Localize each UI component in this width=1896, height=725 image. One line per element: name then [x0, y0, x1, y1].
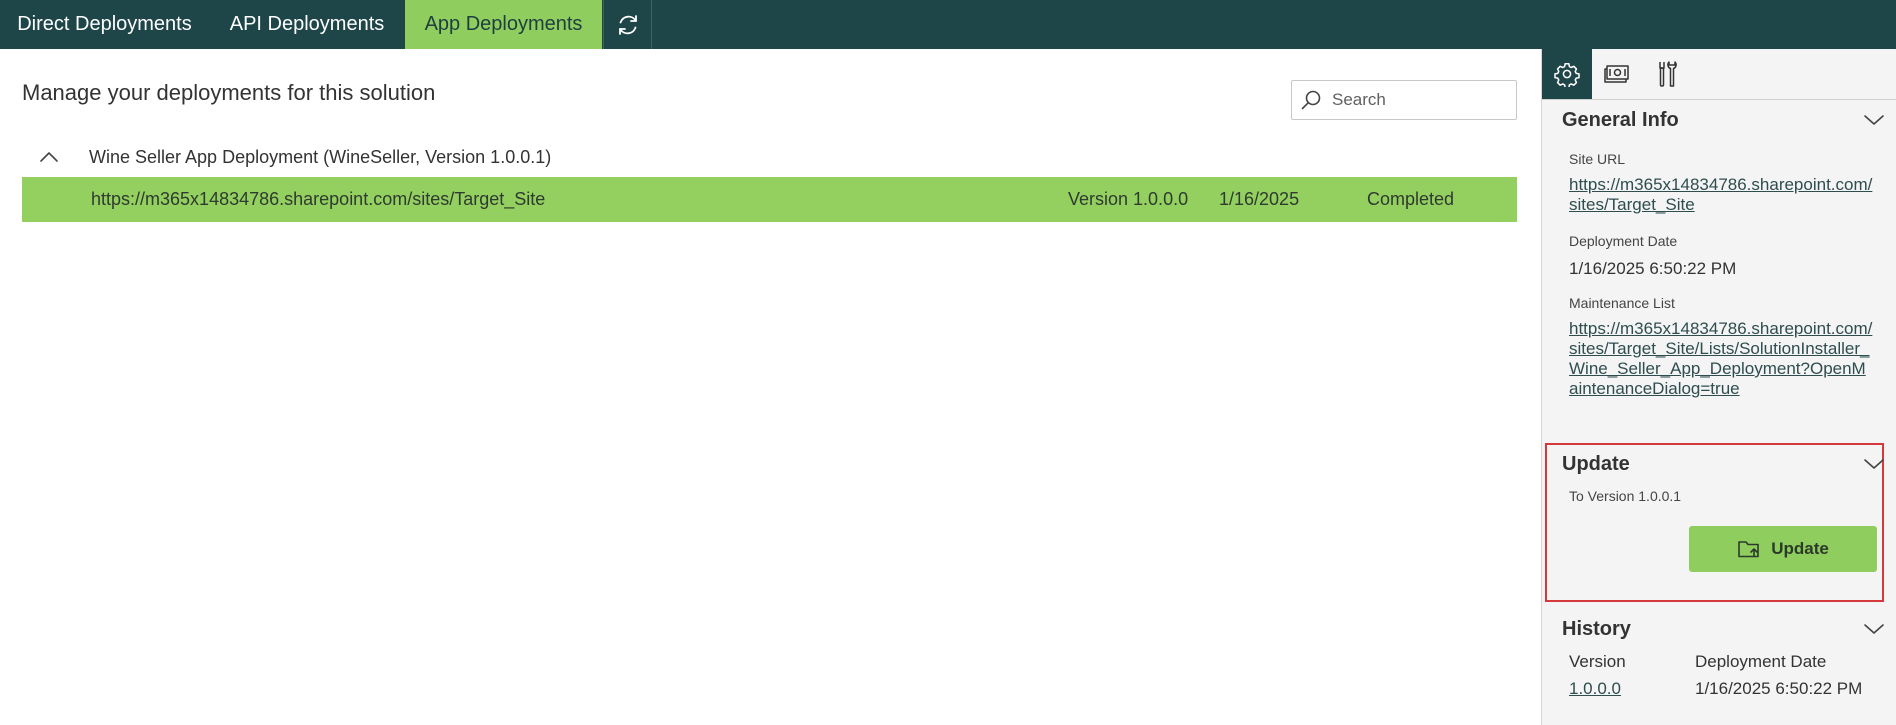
update-title: Update: [1562, 452, 1630, 475]
update-button-label: Update: [1771, 539, 1829, 558]
update-section: Update To Version 1.0.0.1 Update: [1545, 443, 1884, 602]
row-date: 1/16/2025: [1219, 189, 1300, 209]
panel-tab-tools[interactable]: [1642, 49, 1692, 99]
history-title: History: [1562, 617, 1631, 640]
page-title: Manage your deployments for this solutio…: [22, 80, 436, 105]
search-icon: [1301, 90, 1321, 110]
refresh-button[interactable]: [603, 0, 652, 49]
row-site-url: https://m365x14834786.sharepoint.com/sit…: [91, 189, 546, 209]
site-url-link[interactable]: https://m365x14834786.sharepoint.com/sit…: [1569, 175, 1875, 215]
row-version: Version 1.0.0.0: [1068, 189, 1189, 209]
money-icon: [1604, 65, 1629, 83]
search-input[interactable]: [1332, 90, 1512, 110]
history-col-version: Version: [1569, 652, 1626, 671]
update-button[interactable]: Update: [1689, 526, 1877, 572]
deployment-date-label: Deployment Date: [1569, 233, 1678, 249]
general-info-header[interactable]: General Info: [1562, 105, 1885, 135]
search-box[interactable]: [1291, 80, 1517, 120]
panel-tab-billing[interactable]: [1592, 49, 1642, 99]
chevron-down-icon: [1864, 115, 1884, 125]
tab-api-deployments[interactable]: API Deployments: [209, 0, 405, 49]
history-version-link[interactable]: 1.0.0.0: [1569, 679, 1621, 699]
chevron-down-icon: [1864, 459, 1884, 469]
maintenance-list-label: Maintenance List: [1569, 295, 1675, 311]
site-url-label: Site URL: [1569, 151, 1626, 167]
general-info-title: General Info: [1562, 108, 1679, 131]
deployment-group-header[interactable]: Wine Seller App Deployment (WineSeller, …: [22, 142, 1517, 172]
panel-tab-bar: [1542, 49, 1896, 100]
history-col-date: Deployment Date: [1695, 652, 1827, 671]
row-status: Completed: [1367, 189, 1455, 209]
settings-icon: [1554, 62, 1580, 87]
details-panel: General Info Site URL https://m365x14834…: [1541, 49, 1896, 725]
deployment-group-label: Wine Seller App Deployment (WineSeller, …: [89, 146, 552, 167]
tools-icon: [1659, 61, 1677, 87]
history-header[interactable]: History: [1562, 614, 1885, 644]
deployment-row[interactable]: https://m365x14834786.sharepoint.com/sit…: [22, 177, 1517, 222]
top-tab-bar: Direct Deployments API Deployments App D…: [0, 0, 1896, 49]
tab-app-deployments[interactable]: App Deployments: [405, 0, 602, 49]
main-content: Manage your deployments for this solutio…: [0, 49, 1541, 725]
chevron-down-icon: [1864, 624, 1884, 634]
history-date-value: 1/16/2025 6:50:22 PM: [1695, 679, 1863, 698]
refresh-icon: [618, 14, 637, 35]
folder-update-icon: [1738, 541, 1759, 558]
maintenance-list-link[interactable]: https://m365x14834786.sharepoint.com/sit…: [1569, 319, 1875, 399]
panel-tab-settings[interactable]: [1542, 49, 1592, 99]
tab-direct-deployments[interactable]: Direct Deployments: [0, 0, 209, 49]
update-to-version: To Version 1.0.0.1: [1569, 488, 1682, 504]
deployment-date-value: 1/16/2025 6:50:22 PM: [1569, 259, 1737, 278]
chevron-up-icon[interactable]: [37, 145, 61, 169]
update-header[interactable]: Update: [1562, 449, 1885, 479]
